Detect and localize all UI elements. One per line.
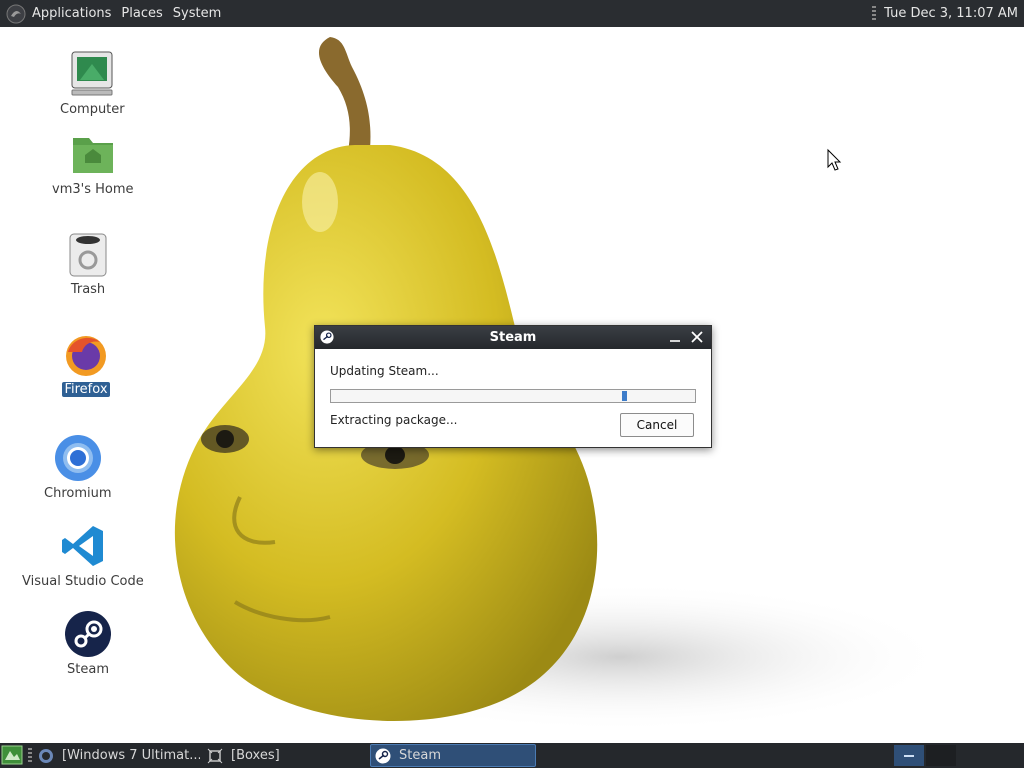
steam-icon	[375, 748, 391, 763]
desktop-icon-label: Trash	[70, 282, 106, 297]
bottom-taskbar: [Windows 7 Ultimat... [Boxes] Steam	[0, 743, 1024, 768]
desktop-icon-home[interactable]: vm3's Home	[50, 130, 136, 197]
desktop-icon-steam[interactable]: Steam	[64, 610, 112, 677]
distro-logo-icon[interactable]	[6, 4, 26, 24]
desktop-icon-label: Computer	[60, 102, 125, 117]
task-steam[interactable]: Steam	[370, 744, 536, 767]
task-label: [Boxes]	[231, 748, 280, 763]
clock[interactable]: Tue Dec 3, 11:07 AM	[884, 6, 1018, 21]
boxes-icon	[207, 748, 223, 763]
workspace-2[interactable]	[926, 745, 956, 766]
menu-applications[interactable]: Applications	[28, 6, 115, 21]
update-status-text: Updating Steam...	[330, 364, 439, 378]
home-folder-icon	[72, 138, 113, 173]
computer-icon	[71, 51, 113, 96]
close-icon[interactable]	[689, 329, 705, 345]
steam-update-dialog: Steam Updating Steam... Extracting packa…	[314, 325, 712, 448]
desktop-icon-label: Chromium	[44, 486, 112, 501]
chromium-icon	[54, 435, 101, 481]
task-label: [Windows 7 Ultimat...	[62, 748, 200, 763]
dialog-title: Steam	[489, 330, 537, 345]
cancel-button[interactable]: Cancel	[620, 413, 694, 437]
desktop-icon-vscode[interactable]: Visual Studio Code	[20, 522, 146, 589]
desktop-icon-chromium[interactable]: Chromium	[42, 434, 114, 501]
trash-icon	[69, 233, 107, 277]
desktop-icon-computer[interactable]: Computer	[58, 50, 127, 117]
menu-system[interactable]: System	[169, 6, 225, 21]
desktop-icon-label: vm3's Home	[52, 182, 134, 197]
top-panel: Applications Places System Tue Dec 3, 11…	[0, 0, 1024, 27]
progress-indicator	[622, 391, 627, 401]
desktop-icon-label: Steam	[67, 662, 109, 677]
desktop-icon-label: Firefox	[62, 382, 110, 397]
desktop-icon-trash[interactable]: Trash	[64, 230, 112, 297]
task-windows7-vm[interactable]: [Windows 7 Ultimat...	[38, 744, 200, 767]
vscode-icon	[61, 526, 103, 566]
menu-places[interactable]: Places	[117, 6, 166, 21]
desktop-icon-firefox[interactable]: Firefox	[62, 330, 110, 397]
panel-handle[interactable]	[872, 5, 877, 22]
vm-icon	[39, 748, 53, 763]
minimize-icon[interactable]	[667, 329, 683, 345]
steam-icon	[65, 611, 111, 657]
dialog-titlebar[interactable]: Steam	[315, 326, 711, 349]
firefox-icon	[66, 336, 106, 376]
update-substatus-text: Extracting package...	[330, 413, 458, 427]
workspace-1[interactable]	[894, 745, 924, 766]
update-progress-bar	[330, 389, 696, 403]
desktop-icon-label: Visual Studio Code	[22, 574, 144, 589]
task-boxes[interactable]: [Boxes]	[207, 744, 347, 767]
task-label: Steam	[399, 748, 441, 763]
show-desktop-icon[interactable]	[1, 745, 23, 765]
taskbar-handle[interactable]	[28, 748, 32, 763]
steam-icon	[320, 330, 334, 344]
